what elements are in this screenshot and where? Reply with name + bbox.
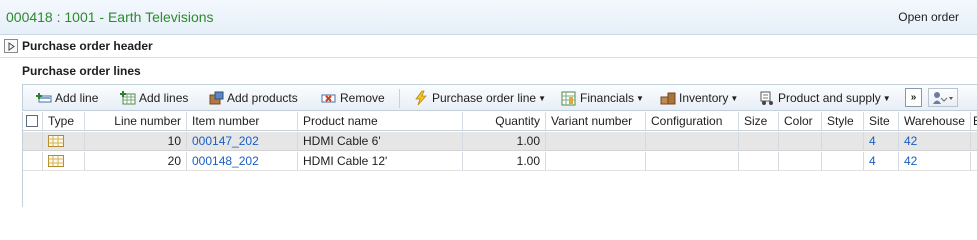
- item-number-link[interactable]: 000147_202: [187, 132, 298, 150]
- column-header-size[interactable]: Size: [739, 112, 779, 130]
- grid-options-icon: [933, 91, 953, 104]
- remove-icon: [321, 94, 336, 103]
- type-cell: [43, 132, 85, 150]
- column-header-item-number[interactable]: Item number: [187, 112, 298, 130]
- overflow-cell: [971, 132, 977, 150]
- lines-toolbar: Add line Add lines Add products Remove P…: [22, 84, 977, 111]
- remove-button[interactable]: Remove: [321, 89, 385, 107]
- title-bar: 000418 : 1001 - Earth Televisions Open o…: [0, 0, 977, 35]
- site-link[interactable]: 4: [864, 132, 899, 150]
- chevron-down-icon: ▼: [882, 93, 891, 103]
- add-line-icon: [36, 93, 52, 103]
- grid-header-row: Type Line number Item number Product nam…: [23, 112, 977, 131]
- column-header-quantity[interactable]: Quantity: [463, 112, 546, 130]
- warehouse-link[interactable]: 42: [899, 152, 971, 170]
- table-row[interactable]: 20 000148_202 HDMI Cable 12' 1.00 4 42: [23, 152, 977, 171]
- add-line-button[interactable]: Add line: [36, 89, 98, 107]
- line-type-icon: [48, 155, 64, 167]
- add-lines-icon: [120, 91, 136, 105]
- add-line-label: Add line: [55, 91, 99, 105]
- configuration-cell[interactable]: [646, 132, 739, 150]
- product-and-supply-icon: [760, 91, 773, 105]
- size-cell[interactable]: [739, 132, 779, 150]
- add-lines-label: Add lines: [139, 91, 189, 105]
- color-cell[interactable]: [779, 152, 822, 170]
- quantity-cell[interactable]: 1.00: [463, 152, 546, 170]
- chevron-down-icon: ▼: [636, 93, 644, 103]
- status-label: Open order: [898, 10, 959, 24]
- column-header-overflow[interactable]: B: [971, 112, 977, 130]
- inventory-label: Inventory: [679, 91, 729, 105]
- warehouse-link[interactable]: 42: [899, 132, 971, 150]
- more-actions-button[interactable]: »: [905, 88, 922, 107]
- configuration-cell[interactable]: [646, 152, 739, 170]
- chevron-down-icon: ▼: [730, 93, 739, 103]
- add-lines-button[interactable]: Add lines: [120, 89, 188, 107]
- add-products-button[interactable]: Add products: [208, 89, 298, 107]
- add-products-icon: [209, 91, 224, 105]
- row-select-cell[interactable]: [23, 132, 43, 150]
- column-header-product-name[interactable]: Product name: [298, 112, 463, 130]
- inventory-menu[interactable]: Inventory ▼: [660, 89, 738, 107]
- size-cell[interactable]: [739, 152, 779, 170]
- fasttab-label[interactable]: Purchase order header: [22, 39, 153, 53]
- product-name-cell: HDMI Cable 12': [298, 152, 463, 170]
- column-header-line-number[interactable]: Line number: [85, 112, 187, 130]
- lightning-icon: [415, 90, 427, 106]
- select-all-cell[interactable]: [23, 112, 43, 130]
- column-header-style[interactable]: Style: [822, 112, 864, 130]
- purchase-order-line-menu[interactable]: Purchase order line ▼: [413, 89, 546, 107]
- remove-label: Remove: [340, 91, 385, 105]
- product-and-supply-label: Product and supply: [778, 91, 881, 105]
- add-products-label: Add products: [227, 91, 298, 105]
- column-header-color[interactable]: Color: [779, 112, 822, 130]
- expand-icon[interactable]: [4, 39, 18, 53]
- financials-menu[interactable]: Financials ▼: [561, 89, 644, 107]
- color-cell[interactable]: [779, 132, 822, 150]
- variant-number-cell[interactable]: [546, 152, 646, 170]
- select-all-checkbox[interactable]: [26, 115, 38, 127]
- site-link[interactable]: 4: [864, 152, 899, 170]
- toolbar-separator: [399, 89, 400, 108]
- column-header-type[interactable]: Type: [43, 112, 85, 130]
- type-cell: [43, 152, 85, 170]
- financials-icon: [561, 91, 576, 106]
- financials-label: Financials: [580, 91, 635, 105]
- section-title-purchase-order-lines: Purchase order lines: [22, 64, 141, 78]
- table-row[interactable]: 10 000147_202 HDMI Cable 6' 1.00 4 42: [23, 132, 977, 151]
- line-number-cell: 10: [85, 132, 187, 150]
- product-name-cell: HDMI Cable 6': [298, 132, 463, 150]
- purchase-order-line-label: Purchase order line: [432, 91, 537, 105]
- line-number-cell: 20: [85, 152, 187, 170]
- item-number-link[interactable]: 000148_202: [187, 152, 298, 170]
- chevron-down-icon: ▼: [538, 93, 546, 103]
- page-title: 000418 : 1001 - Earth Televisions: [6, 9, 214, 25]
- style-cell[interactable]: [822, 132, 864, 150]
- overflow-cell: [971, 152, 977, 170]
- inventory-icon: [660, 92, 676, 105]
- fasttab-purchase-order-header[interactable]: Purchase order header: [0, 36, 977, 58]
- variant-number-cell[interactable]: [546, 132, 646, 150]
- quantity-cell[interactable]: 1.00: [463, 132, 546, 150]
- product-and-supply-menu[interactable]: Product and supply ▼: [759, 89, 891, 107]
- line-type-icon: [48, 135, 64, 147]
- row-select-cell[interactable]: [23, 152, 43, 170]
- column-header-configuration[interactable]: Configuration: [646, 112, 739, 130]
- purchase-order-lines-grid: Type Line number Item number Product nam…: [22, 112, 977, 207]
- grid-options-button[interactable]: [928, 88, 958, 107]
- style-cell[interactable]: [822, 152, 864, 170]
- column-header-variant-number[interactable]: Variant number: [546, 112, 646, 130]
- column-header-site[interactable]: Site: [864, 112, 899, 130]
- column-header-warehouse[interactable]: Warehouse: [899, 112, 971, 130]
